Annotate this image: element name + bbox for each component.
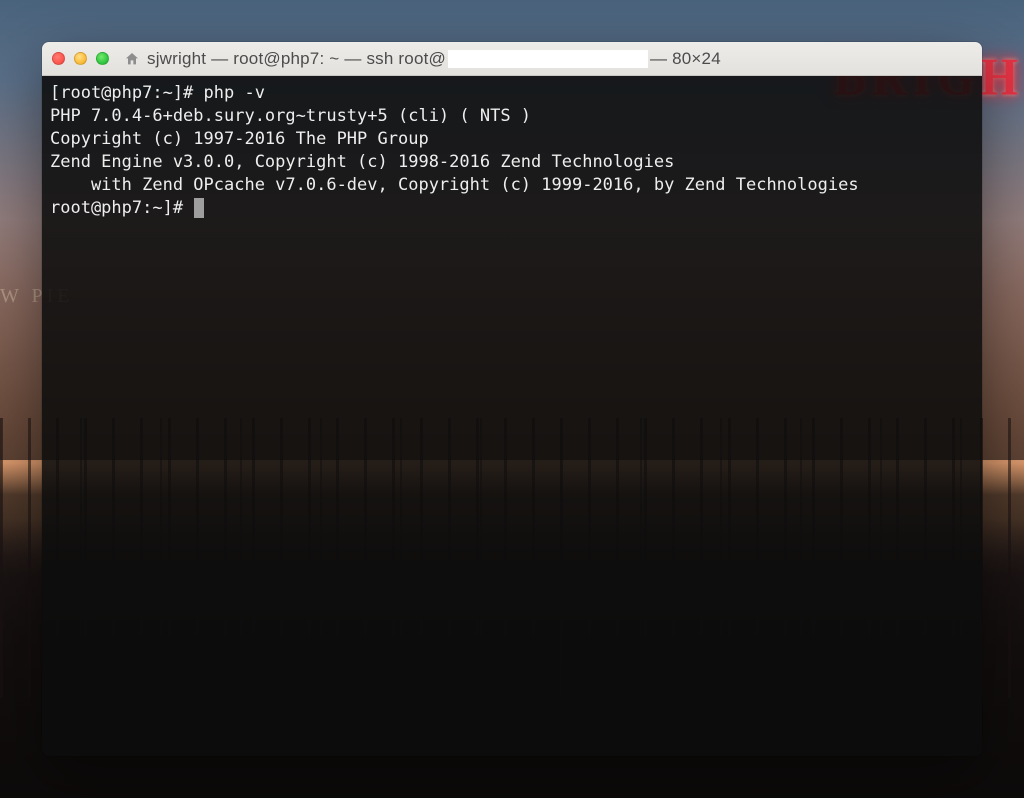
window-title-bar[interactable]: sjwright — root@php7: ~ — ssh root@ — 80×… xyxy=(42,42,982,76)
terminal-line: Zend Engine v3.0.0, Copyright (c) 1998-2… xyxy=(50,151,974,174)
terminal-body[interactable]: [root@php7:~]# php -v PHP 7.0.4-6+deb.su… xyxy=(42,76,982,756)
close-button[interactable] xyxy=(52,52,65,65)
terminal-prompt: root@php7:~]# xyxy=(50,198,193,218)
terminal-line: Copyright (c) 1997-2016 The PHP Group xyxy=(50,128,974,151)
traffic-lights xyxy=(52,52,109,65)
window-title: sjwright — root@php7: ~ — ssh root@ — 80×… xyxy=(147,49,721,69)
terminal-prompt-line: root@php7:~]# xyxy=(50,197,974,220)
redacted-host xyxy=(448,50,648,68)
cursor-icon xyxy=(194,198,204,218)
maximize-button[interactable] xyxy=(96,52,109,65)
window-title-suffix: — 80×24 xyxy=(650,49,721,68)
minimize-button[interactable] xyxy=(74,52,87,65)
terminal-line: [root@php7:~]# php -v xyxy=(50,82,974,105)
terminal-line: with Zend OPcache v7.0.6-dev, Copyright … xyxy=(50,174,974,197)
window-title-prefix: sjwright — root@php7: ~ — ssh root@ xyxy=(147,49,446,68)
home-icon xyxy=(123,50,141,68)
terminal-line: PHP 7.0.4-6+deb.sury.org~trusty+5 (cli) … xyxy=(50,105,974,128)
terminal-window: sjwright — root@php7: ~ — ssh root@ — 80×… xyxy=(42,42,982,756)
